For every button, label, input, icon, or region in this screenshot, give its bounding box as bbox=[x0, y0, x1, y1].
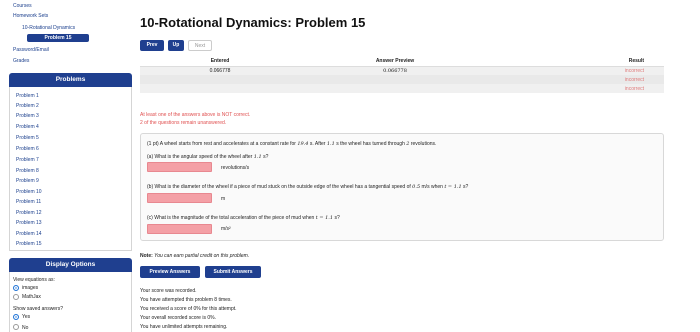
result-cell: incorrect bbox=[490, 66, 664, 75]
problem-link[interactable]: Problem 4 bbox=[16, 124, 39, 130]
answer-input-a[interactable] bbox=[147, 162, 212, 172]
column-header: Result bbox=[490, 57, 664, 67]
radio-yes-label: Yes bbox=[22, 314, 31, 320]
problem-intro: (1 pt) A wheel starts from rest and acce… bbox=[147, 141, 437, 147]
problem-link[interactable]: Problem 15 bbox=[16, 241, 42, 247]
unit-a: revolutions/s bbox=[221, 165, 250, 171]
problem-link[interactable]: Problem 9 bbox=[16, 178, 39, 184]
problem-link[interactable]: Problem 5 bbox=[16, 135, 39, 141]
problem-link[interactable]: Problem 3 bbox=[16, 113, 39, 119]
status-line: You received a score of 0% for this atte… bbox=[140, 306, 237, 312]
radio-yes[interactable] bbox=[13, 314, 19, 320]
column-header: Answer Preview bbox=[300, 57, 490, 67]
question-b: (b) What is the diameter of the wheel if… bbox=[147, 184, 469, 190]
nav-grades-link[interactable]: Grades bbox=[13, 58, 29, 64]
nav-password-email-link[interactable]: Password/Email bbox=[13, 47, 49, 53]
show-saved-label: Show saved answers? bbox=[13, 306, 64, 312]
problem-link[interactable]: Problem 8 bbox=[16, 168, 39, 174]
radio-no[interactable] bbox=[13, 324, 19, 330]
up-button[interactable]: Up bbox=[168, 40, 184, 51]
result-cell: incorrect bbox=[490, 75, 664, 84]
partial-credit-note: Note: You can earn partial credit on thi… bbox=[140, 253, 250, 259]
problem-link[interactable]: Problem 10 bbox=[16, 189, 42, 195]
problem-box: (1 pt) A wheel starts from rest and acce… bbox=[140, 133, 664, 241]
table-row: incorrect bbox=[140, 75, 664, 84]
unit-c: m/s² bbox=[221, 226, 231, 232]
nav-current-problem[interactable]: Problem 15 bbox=[27, 34, 89, 42]
entered-cell bbox=[140, 75, 300, 84]
problems-panel-header: Problems bbox=[9, 73, 132, 87]
warning-not-correct: At least one of the answers above is NOT… bbox=[140, 112, 251, 118]
radio-mathjax-label: MathJax bbox=[22, 294, 41, 300]
problem-link[interactable]: Problem 1 bbox=[16, 93, 39, 99]
entered-cell: 0.066778 bbox=[140, 66, 300, 75]
status-line: Your overall recorded score is 0%. bbox=[140, 315, 216, 321]
unit-b: m bbox=[221, 196, 226, 202]
status-line: You have unlimited attempts remaining. bbox=[140, 324, 228, 330]
nav-courses-link[interactable]: Courses bbox=[13, 3, 32, 9]
problem-link[interactable]: Problem 13 bbox=[16, 220, 42, 226]
question-c: (c) What is the magnitude of the total a… bbox=[147, 215, 340, 221]
left-sidebar: Courses Homework Sets 10-Rotational Dyna… bbox=[0, 0, 132, 332]
answer-input-b[interactable] bbox=[147, 193, 212, 203]
problem-link[interactable]: Problem 6 bbox=[16, 146, 39, 152]
status-line: Your score was recorded. bbox=[140, 288, 197, 294]
view-equations-label: View equations as: bbox=[13, 277, 55, 283]
radio-images-label: images bbox=[22, 285, 39, 291]
next-button[interactable]: Next bbox=[188, 40, 212, 51]
results-table: Entered Answer Preview Result 0.066778 0… bbox=[140, 57, 664, 93]
problem-link[interactable]: Problem 12 bbox=[16, 210, 42, 216]
status-line: You have attempted this problem 8 times. bbox=[140, 297, 232, 303]
page-title: 10-Rotational Dynamics: Problem 15 bbox=[140, 15, 366, 30]
problem-link[interactable]: Problem 7 bbox=[16, 157, 39, 163]
entered-cell bbox=[140, 84, 300, 93]
display-options-header: Display Options bbox=[9, 258, 132, 272]
table-row: 0.066778 0.066778 incorrect bbox=[140, 66, 664, 75]
preview-cell bbox=[300, 75, 490, 84]
nav-homework-sets-link[interactable]: Homework Sets bbox=[13, 13, 48, 19]
submit-answers-button[interactable]: Submit Answers bbox=[205, 266, 261, 278]
problem-link[interactable]: Problem 2 bbox=[16, 103, 39, 109]
preview-cell: 0.066778 bbox=[300, 66, 490, 75]
warning-unanswered: 2 of the questions remain unanswered. bbox=[140, 120, 227, 126]
problem-link[interactable]: Problem 11 bbox=[16, 199, 41, 205]
preview-answers-button[interactable]: Preview Answers bbox=[140, 266, 200, 278]
result-cell: incorrect bbox=[490, 84, 664, 93]
preview-cell bbox=[300, 84, 490, 93]
question-a: (a) What is the angular speed of the whe… bbox=[147, 154, 269, 160]
table-row: incorrect bbox=[140, 84, 664, 93]
answer-input-c[interactable] bbox=[147, 224, 212, 234]
radio-images[interactable] bbox=[13, 285, 19, 291]
radio-mathjax[interactable] bbox=[13, 294, 19, 300]
radio-no-label: No bbox=[22, 325, 29, 331]
problem-link[interactable]: Problem 14 bbox=[16, 231, 42, 237]
column-header: Entered bbox=[140, 57, 300, 67]
prev-button[interactable]: Prev bbox=[140, 40, 164, 51]
nav-set-link[interactable]: 10-Rotational Dynamics bbox=[22, 25, 75, 31]
